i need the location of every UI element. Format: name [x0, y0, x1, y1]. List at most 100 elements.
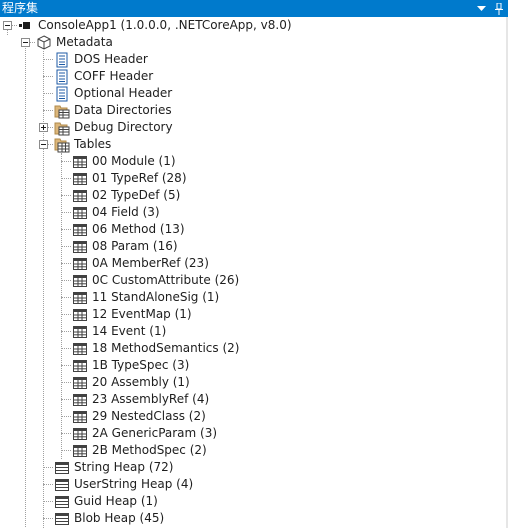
tree-line: [61, 297, 71, 298]
document-icon: [56, 86, 68, 101]
tree-node-table[interactable]: 04 Field (3): [72, 204, 160, 221]
tree-node-label: 06 Method (13): [92, 222, 185, 236]
metadata-table-icon: [73, 325, 87, 338]
chevron-down-icon[interactable]: [472, 0, 490, 17]
tree-node-label: String Heap (72): [74, 460, 174, 474]
tree-node-heap[interactable]: Blob Heap (45): [54, 510, 164, 527]
tree-node-label: 02 TypeDef (5): [92, 188, 181, 202]
metadata-table-icon: [73, 240, 87, 253]
tree-node-table[interactable]: 2B MethodSpec (2): [72, 442, 207, 459]
metadata-table-icon: [73, 206, 87, 219]
tree-line: [43, 501, 53, 502]
tree-node-label: Debug Directory: [74, 120, 173, 134]
tree-node-table[interactable]: 23 AssemblyRef (4): [72, 391, 209, 408]
tree-line: [61, 161, 71, 162]
tree-line: [61, 450, 71, 451]
tree-line: [61, 178, 71, 179]
metadata-table-icon: [73, 274, 87, 287]
tree-node-table[interactable]: 0A MemberRef (23): [72, 255, 209, 272]
tree-node-coff-header[interactable]: COFF Header: [54, 68, 153, 85]
tree-node-debug-directory[interactable]: Debug Directory: [36, 119, 173, 136]
tree-line: [61, 195, 71, 196]
tree-node-label: Guid Heap (1): [74, 494, 158, 508]
tree-line: [43, 110, 53, 111]
folder-table-icon: [54, 122, 70, 135]
metadata-table-icon: [73, 172, 87, 185]
tree-node-table[interactable]: 2A GenericParam (3): [72, 425, 217, 442]
tree-line: [61, 212, 71, 213]
tree-node-label: 12 EventMap (1): [92, 307, 192, 321]
tree-node-table[interactable]: 01 TypeRef (28): [72, 170, 187, 187]
tree-node-label: UserString Heap (4): [74, 477, 194, 491]
tree-line: [43, 93, 53, 94]
assembly-tree[interactable]: ConsoleApp1 (1.0.0.0, .NETCoreApp, v8.0)…: [0, 17, 508, 528]
panel-title: 程序集: [2, 1, 39, 15]
metadata-table-icon: [73, 223, 87, 236]
tree-line: [61, 153, 62, 459]
tree-node-heap[interactable]: UserString Heap (4): [54, 476, 193, 493]
tree-node-optional-header[interactable]: Optional Header: [54, 85, 172, 102]
metadata-table-icon: [73, 444, 87, 457]
collapse-icon[interactable]: [21, 38, 30, 47]
metadata-table-icon: [73, 393, 87, 406]
assembly-icon: [19, 21, 30, 29]
tree-line: [61, 399, 71, 400]
heap-icon: [55, 478, 69, 491]
tree-line: [61, 416, 71, 417]
tree-node-label: 1B TypeSpec (3): [92, 358, 190, 372]
metadata-table-icon: [73, 427, 87, 440]
tree-line: [43, 59, 53, 60]
tree-node-heap[interactable]: String Heap (72): [54, 459, 173, 476]
tree-node-metadata[interactable]: Metadata: [18, 34, 113, 51]
tree-node-label: 01 TypeRef (28): [92, 171, 187, 185]
table-grid-icon: [54, 138, 70, 152]
tree-node-table[interactable]: 14 Event (1): [72, 323, 166, 340]
tree-node-table[interactable]: 29 NestedClass (2): [72, 408, 206, 425]
tree-node-table[interactable]: 0C CustomAttribute (26): [72, 272, 239, 289]
metadata-table-icon: [73, 155, 87, 168]
heap-icon: [55, 512, 69, 525]
tree-node-table[interactable]: 11 StandAloneSig (1): [72, 289, 219, 306]
tree-node-dos-header[interactable]: DOS Header: [54, 51, 148, 68]
metadata-table-icon: [73, 189, 87, 202]
tree-line: [61, 246, 71, 247]
collapse-icon[interactable]: [39, 140, 48, 149]
tree-node-table[interactable]: 20 Assembly (1): [72, 374, 190, 391]
tree-node-root[interactable]: ConsoleApp1 (1.0.0.0, .NETCoreApp, v8.0): [0, 17, 292, 34]
tree-node-label: 0A MemberRef (23): [92, 256, 209, 270]
tree-node-heap[interactable]: Guid Heap (1): [54, 493, 158, 510]
pin-icon[interactable]: [490, 0, 508, 17]
tree-line: [61, 263, 71, 264]
tree-node-table[interactable]: 12 EventMap (1): [72, 306, 192, 323]
tree-node-table[interactable]: 02 TypeDef (5): [72, 187, 180, 204]
metadata-table-icon: [73, 342, 87, 355]
metadata-table-icon: [73, 291, 87, 304]
collapse-icon[interactable]: [3, 21, 12, 30]
tree-node-label: Blob Heap (45): [74, 511, 165, 525]
tree-node-label: 14 Event (1): [92, 324, 167, 338]
tree-node-table[interactable]: 00 Module (1): [72, 153, 176, 170]
document-icon: [56, 52, 68, 67]
tree-node-label: 29 NestedClass (2): [92, 409, 206, 423]
tree-line: [61, 433, 71, 434]
tree-node-label: ConsoleApp1 (1.0.0.0, .NETCoreApp, v8.0): [38, 18, 292, 32]
tree-node-label: 23 AssemblyRef (4): [92, 392, 210, 406]
tree-node-tables[interactable]: Tables: [36, 136, 111, 153]
tree-node-label: 08 Param (16): [92, 239, 178, 253]
tree-node-table[interactable]: 1B TypeSpec (3): [72, 357, 189, 374]
tree-node-table[interactable]: 18 MethodSemantics (2): [72, 340, 239, 357]
tree-node-label: Tables: [74, 137, 112, 151]
tree-line: [61, 365, 71, 366]
tree-node-label: 0C CustomAttribute (26): [92, 273, 240, 287]
metadata-table-icon: [73, 359, 87, 372]
document-icon: [56, 69, 68, 84]
tree-node-table[interactable]: 06 Method (13): [72, 221, 185, 238]
tree-node-table[interactable]: 08 Param (16): [72, 238, 178, 255]
tree-node-label: 2A GenericParam (3): [92, 426, 218, 440]
expand-icon[interactable]: [39, 123, 48, 132]
tree-node-data-directories[interactable]: Data Directories: [54, 102, 172, 119]
tree-line: [43, 484, 53, 485]
tree-line: [61, 348, 71, 349]
metadata-table-icon: [73, 376, 87, 389]
tree-node-label: 18 MethodSemantics (2): [92, 341, 240, 355]
